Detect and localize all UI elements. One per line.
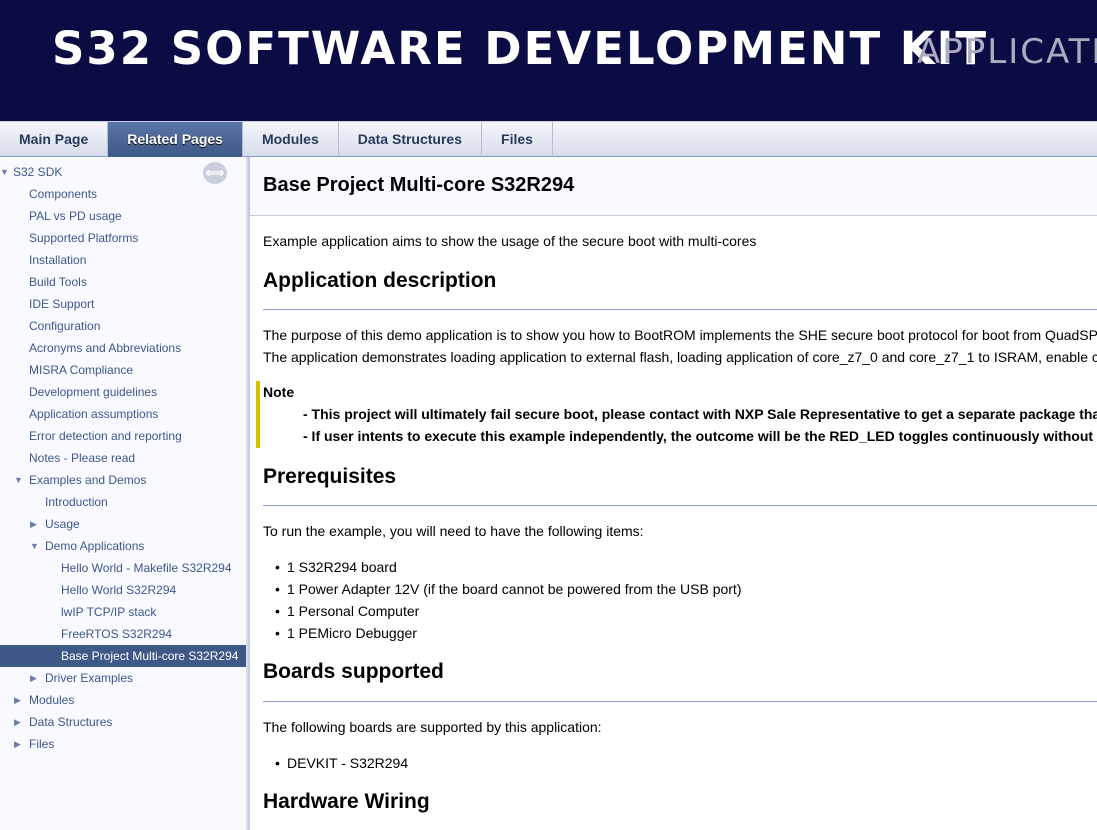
tab-files[interactable]: Files bbox=[482, 122, 553, 157]
list-item: 1 Personal Computer bbox=[275, 603, 419, 619]
collapsed-arrow-icon[interactable]: ▶ bbox=[30, 667, 37, 689]
list-item: 1 Power Adapter 12V (if the board cannot… bbox=[275, 581, 741, 597]
main-navigation-tabs: Main Page Related Pages Modules Data Str… bbox=[0, 121, 1097, 157]
tree-item-examples-and-demos[interactable]: ▼ Examples and Demos bbox=[0, 469, 246, 491]
tab-related-pages[interactable]: Related Pages bbox=[108, 122, 243, 157]
tree-item-hello-world[interactable]: Hello World S32R294 bbox=[0, 579, 246, 601]
tab-main-page[interactable]: Main Page bbox=[0, 122, 109, 157]
note-title: Note bbox=[263, 384, 295, 400]
tree-item-acronyms[interactable]: Acronyms and Abbreviations bbox=[0, 337, 246, 359]
tree-item-data-structures[interactable]: ▶ Data Structures bbox=[0, 711, 246, 733]
tree-item-pal-vs-pd[interactable]: PAL vs PD usage bbox=[0, 205, 246, 227]
tree-item-modules[interactable]: ▶ Modules bbox=[0, 689, 246, 711]
heading-hardware-wiring: Hardware Wiring bbox=[263, 790, 430, 813]
tree-item-components[interactable]: Components bbox=[0, 183, 246, 205]
expanded-arrow-icon[interactable]: ▼ bbox=[0, 161, 9, 183]
tree-item-installation[interactable]: Installation bbox=[0, 249, 246, 271]
heading-application-description: Application description bbox=[263, 269, 497, 292]
tree-item-misra-compliance[interactable]: MISRA Compliance bbox=[0, 359, 246, 381]
page-header: Base Project Multi-core S32R294 bbox=[250, 157, 1097, 216]
tree-item-development-guidelines[interactable]: Development guidelines bbox=[0, 381, 246, 403]
tree-item-build-tools[interactable]: Build Tools bbox=[0, 271, 246, 293]
tree-item-demo-applications[interactable]: ▼ Demo Applications bbox=[0, 535, 246, 557]
section-divider bbox=[263, 309, 1097, 310]
tree-item-supported-platforms[interactable]: Supported Platforms bbox=[0, 227, 246, 249]
app-desc-line-2: The application demonstrates loading app… bbox=[263, 349, 1097, 365]
app-desc-line-1: The purpose of this demo application is … bbox=[263, 327, 1097, 343]
heading-prerequisites: Prerequisites bbox=[263, 465, 397, 488]
note-line-1: - This project will ultimately fail secu… bbox=[303, 406, 1097, 422]
intro-text: Example application aims to show the usa… bbox=[263, 233, 757, 249]
expanded-arrow-icon[interactable]: ▼ bbox=[14, 469, 23, 491]
collapsed-arrow-icon[interactable]: ▶ bbox=[14, 711, 21, 733]
page-title: Base Project Multi-core S32R294 bbox=[263, 174, 575, 196]
tree-item-configuration[interactable]: Configuration bbox=[0, 315, 246, 337]
banner-subtitle: APPLICATI bbox=[917, 32, 1097, 72]
section-divider bbox=[263, 701, 1097, 702]
tree-item-driver-examples[interactable]: ▶ Driver Examples bbox=[0, 667, 246, 689]
tree-item-lwip[interactable]: lwIP TCP/IP stack bbox=[0, 601, 246, 623]
tree-item-freertos[interactable]: FreeRTOS S32R294 bbox=[0, 623, 246, 645]
collapsed-arrow-icon[interactable]: ▶ bbox=[14, 733, 21, 755]
tree-item-usage[interactable]: ▶ Usage bbox=[0, 513, 246, 535]
tree-item-s32-sdk[interactable]: ▼ S32 SDK bbox=[0, 161, 246, 183]
list-item: 1 PEMicro Debugger bbox=[275, 625, 417, 641]
tree-item-introduction[interactable]: Introduction bbox=[0, 491, 246, 513]
prereq-intro: To run the example, you will need to hav… bbox=[263, 523, 644, 539]
tree-item-ide-support[interactable]: IDE Support bbox=[0, 293, 246, 315]
collapsed-arrow-icon[interactable]: ▶ bbox=[30, 513, 37, 535]
tab-data-structures[interactable]: Data Structures bbox=[339, 122, 483, 157]
banner-title: S32 SOFTWARE DEVELOPMENT KIT bbox=[52, 22, 989, 75]
main-content: Base Project Multi-core S32R294 Example … bbox=[250, 157, 1097, 830]
tree-item-error-detection[interactable]: Error detection and reporting bbox=[0, 425, 246, 447]
expanded-arrow-icon[interactable]: ▼ bbox=[30, 535, 39, 557]
collapsed-arrow-icon[interactable]: ▶ bbox=[14, 689, 21, 711]
tree-item-hello-world-makefile[interactable]: Hello World - Makefile S32R294 bbox=[0, 557, 246, 579]
tree-item-files[interactable]: ▶ Files bbox=[0, 733, 246, 755]
boards-intro: The following boards are supported by th… bbox=[263, 719, 602, 735]
navigation-tree: ⟺ ▼ S32 SDK Components PAL vs PD usage Su… bbox=[0, 157, 246, 830]
list-item: DEVKIT - S32R294 bbox=[275, 755, 408, 771]
tree-item-application-assumptions[interactable]: Application assumptions bbox=[0, 403, 246, 425]
section-divider bbox=[263, 505, 1097, 506]
tree-item-base-project-multicore[interactable]: Base Project Multi-core S32R294 bbox=[0, 645, 246, 667]
heading-boards-supported: Boards supported bbox=[263, 660, 444, 683]
list-item: 1 S32R294 board bbox=[275, 559, 397, 575]
tab-modules[interactable]: Modules bbox=[243, 122, 339, 157]
tree-item-notes[interactable]: Notes - Please read bbox=[0, 447, 246, 469]
header-banner: S32 SOFTWARE DEVELOPMENT KIT APPLICATI bbox=[0, 0, 1097, 121]
note-box: Note - This project will ultimately fail… bbox=[256, 381, 1097, 448]
note-line-2: - If user intents to execute this exampl… bbox=[303, 428, 1097, 444]
